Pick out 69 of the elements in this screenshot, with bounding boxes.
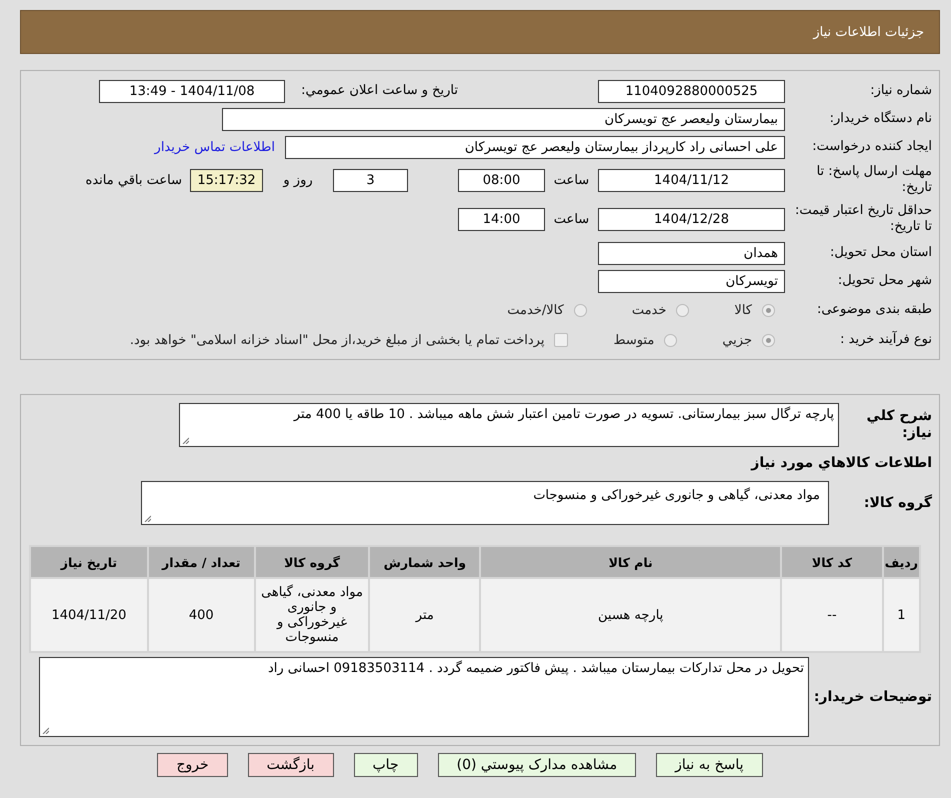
field-label: شماره نیاز:	[869, 83, 933, 99]
description-textarea[interactable]: پارچه ترگال سبز بیمارستانی. تسویه در صورت تامین اعتبار شش ماهه میباشد . 10 طاقه یا 400 متر	[179, 403, 839, 447]
creator-field: علی احسانی راد کارپرداز بیمارستان ولیعصر عج تویسرکان	[285, 136, 785, 158]
field-label: طبقه بندی موضوعی:	[816, 302, 933, 318]
time-label: ساعت	[552, 172, 590, 188]
column-header: نام کالا	[481, 547, 780, 577]
field-label: شهر محل تحویل:	[836, 273, 933, 289]
validity-date-field: 1404/12/28	[598, 208, 785, 230]
field-label: توضیحات خریدار:	[812, 688, 933, 706]
radio-label: کالا/خدمت	[507, 302, 564, 318]
table-cell: 1	[884, 579, 919, 651]
action-button[interactable]: پاسخ به نیاز	[656, 753, 763, 777]
section-heading: اطلاعات کالاهاي مورد نیاز	[750, 454, 933, 473]
validity-time-field: 14:00	[458, 208, 545, 230]
notes-textarea[interactable]: تحویل در محل تدارکات بیمارستان میباشد . پیش فاکتور ضمیمه گردد . 09183503114 احسانی راد	[39, 657, 809, 737]
checkbox[interactable]	[554, 333, 568, 347]
province-field: همدان	[598, 242, 785, 264]
field-label: حداقل تاریخ اعتبار قیمت: تا تاریخ:	[794, 203, 933, 235]
days-label: روز و	[282, 172, 314, 188]
column-header: تعداد / مقدار	[148, 547, 254, 577]
field-label: استان محل تحویل:	[829, 245, 933, 261]
column-header: کد کالا	[782, 547, 882, 577]
action-button[interactable]: بازگشت	[248, 753, 334, 777]
column-header: تاریخ نیاز	[31, 547, 147, 577]
field-label: ایجاد کننده درخواست:	[811, 139, 933, 155]
table-cell: مواد معدنی، گیاهی و جانوری غیرخوراکی و منسوجات	[256, 579, 368, 651]
goods-group-textarea[interactable]: مواد معدنی، گیاهی و جانوری غیرخوراکی و منسوجات	[141, 481, 829, 525]
radio-button[interactable]	[664, 334, 678, 346]
action-button[interactable]: خروج	[157, 753, 228, 777]
field-label: نام دستگاه خریدار:	[828, 111, 933, 127]
city-field: تویسرکان	[598, 270, 785, 292]
time-label: ساعت	[552, 212, 590, 226]
column-header: واحد شمارش	[370, 547, 480, 577]
table-cell: پارچه هسین	[481, 579, 780, 651]
table-cell: 1404/11/20	[31, 579, 147, 651]
field-label: شرح کلي نیاز:	[866, 408, 933, 442]
radio-button[interactable]	[762, 304, 775, 316]
radio-label: متوسط	[613, 332, 654, 348]
need-number-field: 1104092880000525	[598, 80, 785, 102]
deadline-time-field: 08:00	[458, 168, 545, 192]
resize-grip-icon[interactable]	[182, 437, 189, 444]
field-label: مهلت ارسال پاسخ: تا تاریخ:	[816, 164, 933, 196]
radio-button[interactable]	[762, 334, 775, 346]
resize-grip-icon[interactable]	[42, 727, 49, 734]
radio-label: جزيي	[722, 332, 752, 348]
radio-button[interactable]	[574, 304, 587, 316]
field-label: گروه کالا:	[862, 494, 933, 512]
action-button[interactable]: چاپ	[354, 753, 418, 777]
column-header: گروه کالا	[256, 547, 368, 577]
field-label: تاریخ و ساعت اعلان عمومي:	[300, 83, 459, 99]
buyer-field: بیمارستان ولیعصر عج تویسرکان	[222, 108, 785, 130]
action-button[interactable]: مشاهده مدارک پیوستي (0)	[438, 753, 636, 777]
column-header: ردیف	[884, 547, 919, 577]
contact-link[interactable]: اطلاعات تماس خریدار	[154, 140, 275, 154]
page-header: جزئیات اطلاعات نیاز	[20, 10, 940, 54]
announce-date-field: 1404/11/08 - 13:49	[99, 80, 285, 102]
radio-button[interactable]	[676, 304, 690, 316]
table-cell: متر	[370, 579, 480, 651]
radio-label: خدمت	[632, 302, 666, 318]
days-field: 3	[333, 168, 408, 192]
deadline-date-field: 1404/11/12	[598, 168, 785, 192]
remaining-time-field: 15:17:32	[190, 168, 263, 192]
table-cell: 400	[148, 579, 254, 651]
table-cell: --	[782, 579, 882, 651]
remaining-label: ساعت باقي مانده	[86, 172, 182, 188]
radio-label: کالا	[734, 302, 752, 318]
field-label: نوع فرآیند خرید :	[839, 332, 933, 348]
resize-grip-icon[interactable]	[144, 515, 151, 522]
checkbox-label: پرداخت تمام یا بخشی از مبلغ خرید،از محل "اسناد خزانه اسلامی" خواهد بود.	[130, 332, 544, 348]
